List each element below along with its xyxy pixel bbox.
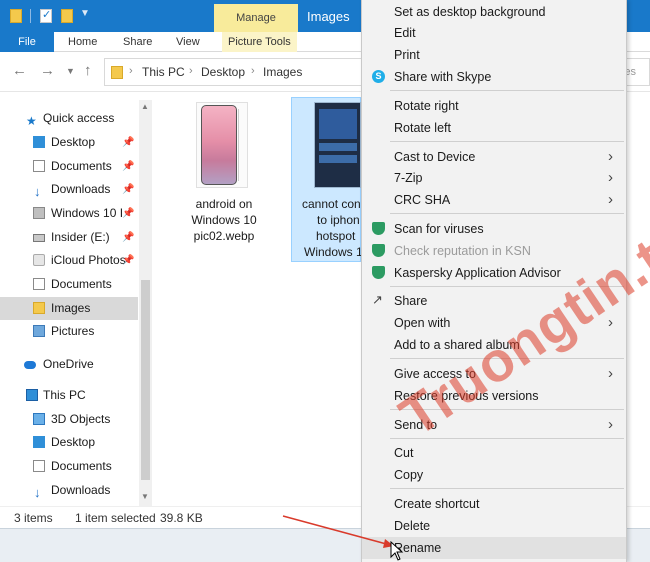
annotation-arrow-line	[282, 515, 391, 546]
mouse-cursor-icon	[390, 541, 404, 561]
annotation-arrow	[282, 515, 394, 548]
